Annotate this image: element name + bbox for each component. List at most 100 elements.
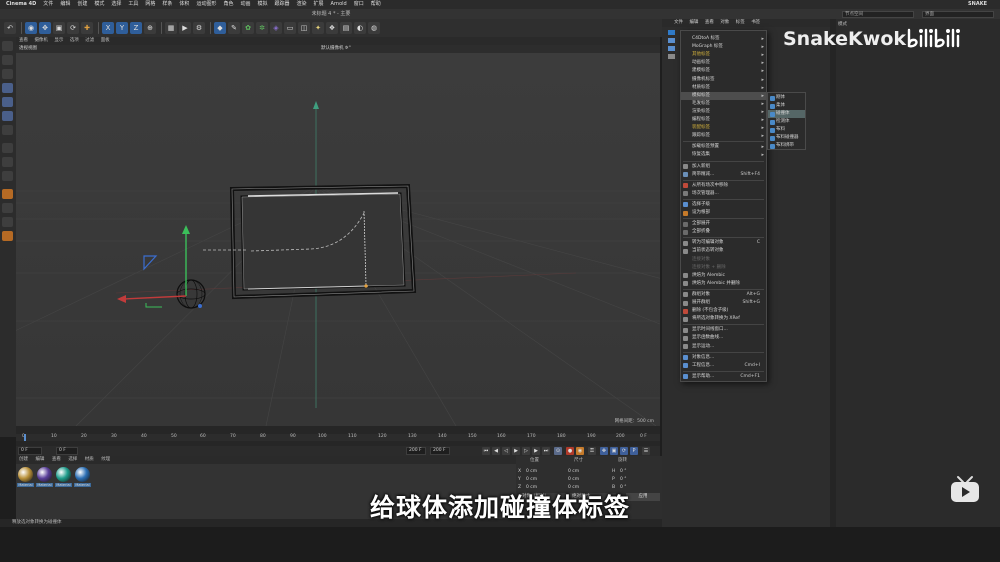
edges-mode-icon[interactable] (2, 97, 13, 107)
size-y-field[interactable]: 0 cm (568, 476, 579, 483)
add-icon[interactable]: ✚ (81, 22, 93, 34)
mac-menu-item[interactable]: 扩展 (314, 0, 324, 9)
start-frame-field[interactable]: 0 F (56, 447, 78, 455)
texture-mode-icon[interactable] (2, 69, 13, 79)
object-row-icon[interactable] (668, 38, 675, 43)
light-icon[interactable]: ✦ (312, 22, 324, 34)
model-mode-icon[interactable] (2, 55, 13, 65)
context-menu-item[interactable]: 跟踪标签 ▸ (681, 132, 766, 140)
object-row-icon[interactable] (668, 46, 675, 51)
next-key-icon[interactable]: ▶ (532, 447, 540, 455)
axis-z-button[interactable]: Z (130, 22, 142, 34)
rot-key-icon[interactable]: ⟳ (620, 447, 628, 455)
points-mode-icon[interactable] (2, 83, 13, 93)
3d-viewport[interactable]: 网格间距：500 cm (16, 53, 660, 426)
render-settings-icon[interactable]: ⚙ (193, 22, 205, 34)
pos-key-icon[interactable]: ✥ (600, 447, 608, 455)
size-x-field[interactable]: 0 cm (568, 468, 579, 475)
mac-menu-item[interactable]: 工具 (128, 0, 138, 9)
context-menu-item[interactable]: 显示帮助... Cmd+F1 (681, 373, 766, 381)
current-frame-field[interactable]: 0 F (18, 447, 42, 455)
record-mode-icon[interactable]: ⊙ (554, 447, 562, 455)
camera-icon[interactable]: ◫ (298, 22, 310, 34)
live-selection-icon[interactable]: ◉ (25, 22, 37, 34)
context-menu-item[interactable]: 装配标签 ▸ (681, 124, 766, 132)
record-icon[interactable]: ● (566, 447, 574, 455)
context-menu-item[interactable]: 模拟标签 ▸ (681, 91, 766, 100)
timeline-menu-icon[interactable]: ☰ (642, 447, 650, 455)
make-editable-icon[interactable] (2, 41, 13, 51)
material-swatch[interactable]: Material (55, 467, 72, 489)
timeline-ruler[interactable]: 0 10 20 30 40 50 60 70 80 90 100 110 120… (16, 434, 660, 441)
mac-menu-item[interactable]: 创建 (77, 0, 87, 9)
context-menu-item[interactable]: 摄像机标签 ▸ (681, 76, 766, 84)
prev-frame-icon[interactable]: ◁ (502, 447, 510, 455)
rotation-p-field[interactable]: 0 ° (620, 476, 627, 483)
viewport-menu-item[interactable]: 显示 (54, 38, 63, 43)
submenu-item[interactable]: 柔体 (768, 102, 805, 110)
context-menu-item[interactable]: 材质标签 ▸ (681, 84, 766, 92)
preview-end-field[interactable]: 200 F (430, 447, 450, 455)
mac-menu-item[interactable]: 编辑 (60, 0, 70, 9)
cube-icon[interactable]: ◆ (214, 22, 226, 34)
undo-icon[interactable]: ↶ (4, 22, 16, 34)
context-menu-item[interactable]: 显示函数曲线... (681, 334, 766, 342)
context-menu-item[interactable]: 选择子级 (681, 201, 766, 209)
material-swatch[interactable]: Material (74, 467, 91, 489)
viewport-menu-item[interactable]: 面板 (101, 38, 110, 43)
subdivision-icon[interactable]: ✿ (242, 22, 254, 34)
mac-menu-item[interactable]: 选择 (111, 0, 121, 9)
material-menu-item[interactable]: 编辑 (35, 457, 44, 462)
node-space-dropdown[interactable]: 节点空间 (842, 10, 914, 18)
object-menu-item[interactable]: 标签 (736, 20, 745, 25)
context-menu-item[interactable]: 群组对象 Alt+G (681, 291, 766, 299)
snap-icon[interactable] (2, 143, 13, 153)
context-menu-item[interactable]: 设为根部 (681, 209, 766, 217)
viewport-menu-item[interactable]: 查看 (19, 38, 28, 43)
material-swatch[interactable]: Material (36, 467, 53, 489)
prev-key-icon[interactable]: ◀ (492, 447, 500, 455)
mac-menu-item[interactable]: 窗口 (354, 0, 364, 9)
context-menu-item[interactable]: 加入新组 (681, 163, 766, 171)
context-menu-item[interactable]: 其他标签 ▸ (681, 51, 766, 59)
python-icon[interactable]: ◍ (368, 22, 380, 34)
tag-icon[interactable]: ❖ (326, 22, 338, 34)
context-menu-item[interactable]: MoGraph 标签 ▸ (681, 43, 766, 51)
context-menu-item[interactable]: 全部折叠 (681, 228, 766, 236)
context-menu-item[interactable]: 建模标签 ▸ (681, 67, 766, 75)
axis-mode-icon[interactable] (2, 125, 13, 135)
material-menu-item[interactable]: 纹理 (101, 457, 110, 462)
sculpt-icon[interactable]: ◐ (354, 22, 366, 34)
brush-icon[interactable] (2, 217, 13, 227)
mac-menu-item[interactable]: 文件 (43, 0, 53, 9)
mac-menu-item[interactable]: 帮助 (371, 0, 381, 9)
render-region-icon[interactable]: ▦ (165, 22, 177, 34)
context-menu-item[interactable]: 场次管理器... (681, 190, 766, 198)
param-key-icon[interactable]: P (630, 447, 638, 455)
context-menu-item[interactable]: 转为可编辑对象 C (681, 239, 766, 247)
last-frame-icon[interactable]: ⏭ (542, 447, 550, 455)
submenu-item[interactable]: 刚体 (768, 94, 805, 102)
workplane-icon[interactable] (2, 171, 13, 181)
context-menu-item[interactable]: 动画标签 ▸ (681, 59, 766, 67)
context-menu-item[interactable]: 工程信息... Cmd+I (681, 362, 766, 370)
material-menu-item[interactable]: 材质 (85, 457, 94, 462)
scale-icon[interactable]: ▣ (53, 22, 65, 34)
layout-dropdown[interactable]: 界面 (922, 10, 994, 18)
object-menu-item[interactable]: 对象 (720, 20, 729, 25)
autokey-icon[interactable]: ◉ (576, 447, 584, 455)
context-menu-item[interactable]: 全部展开 (681, 220, 766, 228)
context-menu-item[interactable]: 删除 (不包含子级) (681, 307, 766, 315)
end-frame-field[interactable]: 200 F (406, 447, 426, 455)
submenu-item[interactable]: 布料绑带 (768, 142, 805, 150)
mac-menu-item[interactable]: 样条 (162, 0, 172, 9)
viewport-menu-item[interactable]: 选项 (70, 38, 79, 43)
bilibili-tv-icon[interactable] (948, 474, 982, 504)
submenu-item[interactable]: 布料 (768, 126, 805, 134)
submenu-item[interactable]: 布料碰撞器 (768, 134, 805, 142)
rotation-h-field[interactable]: 0 ° (620, 468, 627, 475)
solo-icon[interactable] (2, 157, 13, 167)
context-menu-item[interactable]: 将所选对象转换为 XRef (681, 315, 766, 323)
position-y-field[interactable]: 0 cm (526, 476, 537, 483)
context-menu-item[interactable]: 烘焙为 Alembic (681, 272, 766, 280)
